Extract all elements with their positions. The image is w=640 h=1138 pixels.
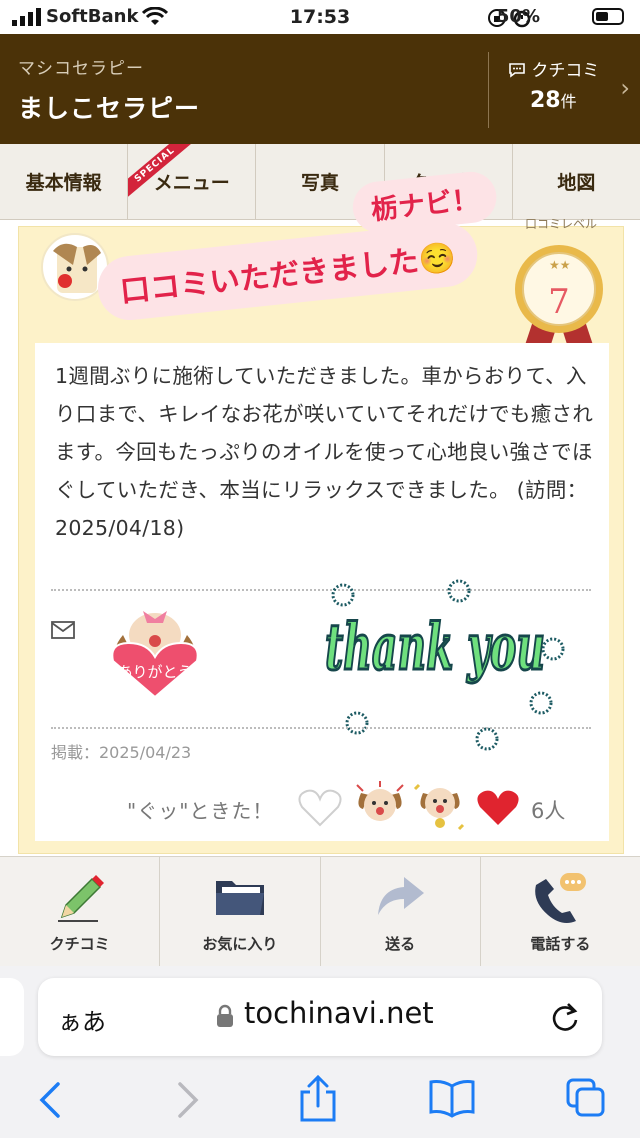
lock-icon <box>217 1004 233 1027</box>
header-divider <box>488 52 489 128</box>
forward-icon[interactable] <box>174 1080 200 1124</box>
pencil-icon <box>57 875 104 922</box>
nav-call[interactable]: 電話する <box>481 857 640 966</box>
shop-header: マシコセラピー ましこセラピー クチコミ 28件 › <box>0 34 640 144</box>
browser-chrome: ぁあ tochinavi.net <box>0 966 640 1138</box>
shop-name: ましこセラピー <box>18 94 201 123</box>
nav-favorite[interactable]: お気に入り <box>160 857 321 966</box>
share-arrow-icon <box>378 877 425 915</box>
status-bar: SoftBank 17:53 50% <box>0 0 640 34</box>
tabs-icon[interactable] <box>564 1076 608 1124</box>
level-number: 7 <box>548 282 570 322</box>
mail-icon[interactable] <box>51 621 77 641</box>
posted-date: 掲載：2025/04/23 <box>51 743 192 762</box>
browser-toolbar <box>0 1074 640 1138</box>
folder-icon <box>215 881 264 915</box>
dog-reaction-icon[interactable] <box>413 779 467 833</box>
reader-options-button[interactable]: ぁあ <box>58 1002 106 1037</box>
bookmarks-icon[interactable] <box>428 1078 476 1122</box>
thank-you-text: thank you <box>325 610 545 685</box>
battery-icon <box>592 8 624 25</box>
previous-tab-preview[interactable] <box>0 978 24 1056</box>
speech-bubble-icon <box>509 63 525 78</box>
address-bar[interactable]: ぁあ tochinavi.net <box>38 978 602 1056</box>
site-bottom-nav: クチコミ お気に入り 送る 電話する <box>0 856 640 966</box>
battery-percent: 50% <box>496 6 540 27</box>
url-text[interactable]: tochinavi.net <box>244 996 434 1030</box>
nav-kuchikomi[interactable]: クチコミ <box>0 857 161 966</box>
arigatou-stamp-icon: ありがとう <box>111 611 199 699</box>
heart-outline-icon[interactable] <box>297 787 343 829</box>
clock: 17:53 <box>289 6 351 28</box>
phone-icon <box>535 873 587 923</box>
shop-name-kana: マシコセラピー <box>18 59 144 79</box>
gut-label: "ぐッ"ときた！ <box>127 799 274 823</box>
heart-filled-icon[interactable] <box>475 787 521 829</box>
kuchikomi-label: クチコミ <box>531 61 600 81</box>
dog-reaction-icon[interactable] <box>353 779 407 833</box>
thank-you-sticker: thank you <box>324 579 565 751</box>
kuchikomi-link[interactable]: クチコミ <box>508 56 599 81</box>
divider <box>51 727 591 729</box>
back-icon[interactable] <box>38 1080 64 1124</box>
share-icon[interactable] <box>298 1074 338 1128</box>
kuchikomi-count[interactable]: 28件 <box>530 88 577 113</box>
review-body: 1週間ぶりに施術していただきました。車からおりて、入り口まで、キレイなお花が咲い… <box>35 343 609 841</box>
reload-icon[interactable] <box>550 1000 580 1032</box>
chevron-right-icon[interactable]: › <box>620 74 630 102</box>
nav-send[interactable]: 送る <box>321 857 481 966</box>
like-count: 6人 <box>531 799 566 823</box>
svg-text:★★: ★★ <box>549 258 571 272</box>
arigatou-text: ありがとう <box>117 663 192 681</box>
review-text: 1週間ぶりに施術していただきました。車からおりて、入り口まで、キレイなお花が咲い… <box>55 364 594 540</box>
